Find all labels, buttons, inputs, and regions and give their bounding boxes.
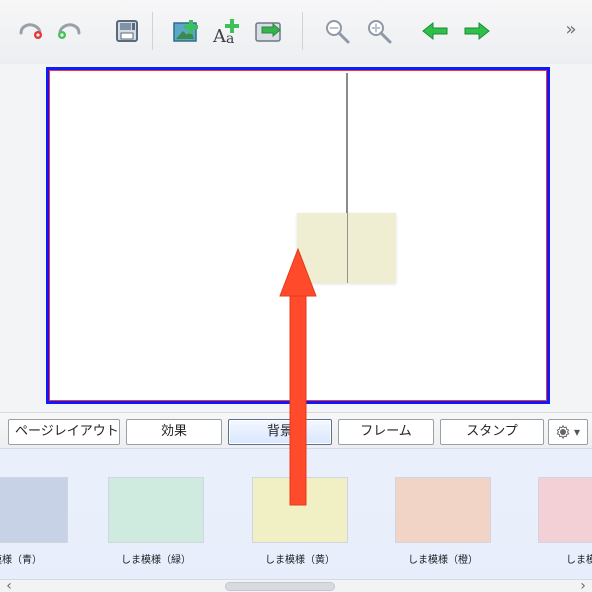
previous-page-button[interactable] <box>418 14 452 48</box>
tab-label: ページレイアウト <box>15 424 119 439</box>
next-page-button[interactable] <box>460 14 494 48</box>
tab-settings-button[interactable]: ▾ <box>548 419 588 445</box>
app-window: A a » ページレイアウト 効果 背景 フレーム スタンプ ▾ 様（青） しま… <box>0 0 592 592</box>
tab-stamp[interactable]: スタンプ <box>440 419 544 445</box>
tab-frame[interactable]: フレーム <box>338 419 434 445</box>
background-tile-yellow[interactable] <box>252 477 348 543</box>
svg-text:A: A <box>212 26 227 46</box>
background-preview-square[interactable] <box>297 213 396 283</box>
tab-label: 背景 <box>266 424 293 439</box>
background-tile-blue[interactable] <box>0 477 68 543</box>
toolbar-separator <box>302 12 303 50</box>
spine-guide-line <box>346 73 348 213</box>
tab-label: フレーム <box>360 424 412 439</box>
page-canvas[interactable] <box>46 67 550 404</box>
background-tile-green[interactable] <box>108 477 204 543</box>
tab-effects[interactable]: 効果 <box>126 419 222 445</box>
save-icon <box>116 20 138 42</box>
next-page-icon <box>464 21 490 41</box>
zoom-in-button[interactable] <box>362 14 396 48</box>
tab-label: スタンプ <box>466 424 518 439</box>
chevron-down-icon: ▾ <box>573 425 581 439</box>
scrollbar-thumb[interactable] <box>225 582 335 591</box>
import-button[interactable] <box>252 14 286 48</box>
background-label-blue: 縞模様（青） <box>0 555 42 566</box>
add-text-button[interactable]: A a <box>210 14 244 48</box>
gear-icon <box>556 425 570 439</box>
toolbar-separator <box>152 12 153 50</box>
save-button[interactable] <box>110 14 144 48</box>
background-tile-orange[interactable] <box>395 477 491 543</box>
tab-bar: ページレイアウト 効果 背景 フレーム スタンプ ▾ <box>0 412 592 450</box>
undo-icon <box>19 23 42 39</box>
background-label-green: しま模様（緑） <box>121 555 191 566</box>
scroll-left-icon[interactable]: ‹ <box>2 578 16 592</box>
tab-background[interactable]: 背景 <box>228 419 332 445</box>
add-text-icon: A a <box>212 19 239 46</box>
svg-text:a: a <box>226 31 234 46</box>
toolbar-overflow-button[interactable]: » <box>560 19 582 41</box>
background-label-yellow: しま模様（黄） <box>265 555 335 566</box>
import-icon <box>255 22 281 42</box>
background-label-orange: しま模様（橙） <box>408 555 478 566</box>
redo-icon <box>58 23 81 39</box>
horizontal-scrollbar[interactable]: ‹ › <box>0 578 592 592</box>
canvas-area <box>0 64 592 412</box>
background-label-pink: しま模様 <box>566 555 592 566</box>
background-tile-pink[interactable] <box>538 477 592 543</box>
add-image-icon <box>173 20 198 42</box>
previous-page-icon <box>422 21 448 41</box>
background-gallery: 縞模様（青） しま模様（緑） しま模様（黄） しま模様（橙） しま模様 ‹ › <box>0 448 592 592</box>
undo-button[interactable] <box>12 14 46 48</box>
overflow-icon: » <box>565 19 577 40</box>
add-image-button[interactable] <box>170 14 204 48</box>
zoom-out-icon <box>326 20 350 44</box>
tab-page-layout[interactable]: ページレイアウト <box>8 419 120 445</box>
redo-button[interactable] <box>54 14 88 48</box>
toolbar: A a » <box>0 0 592 65</box>
tab-label: 効果 <box>160 424 187 439</box>
zoom-in-icon <box>368 20 392 44</box>
zoom-out-button[interactable] <box>320 14 354 48</box>
scroll-right-icon[interactable]: › <box>576 578 590 592</box>
